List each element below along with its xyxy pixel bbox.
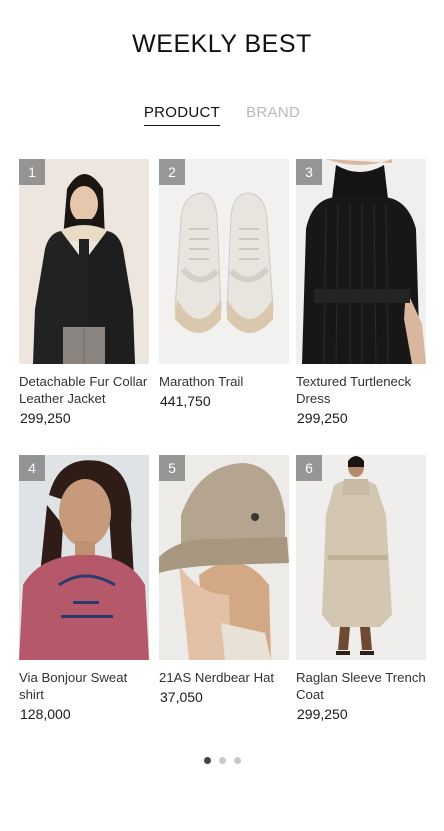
pagination-dots [0, 757, 444, 764]
bucket-hat-model-image [159, 455, 289, 660]
product-image-3[interactable]: 3 [296, 159, 426, 364]
product-card-4[interactable]: 4 Via Bonjour Sweat shirt 128,000 [19, 455, 149, 722]
product-price: 299,250 [297, 706, 348, 722]
rank-badge: 4 [19, 455, 45, 481]
product-name[interactable]: Marathon Trail [159, 373, 289, 390]
product-image-1[interactable]: 1 [19, 159, 149, 364]
tab-brand[interactable]: BRAND [246, 104, 300, 126]
dress-model-image [296, 159, 426, 364]
product-card-5[interactable]: 5 21AS Nerdbear Hat 37,050 [159, 455, 289, 705]
product-name[interactable]: Via Bonjour Sweat shirt [19, 669, 149, 703]
product-card-1[interactable]: 1 Detachable Fur Collar Leather Jacket 2… [19, 159, 149, 426]
product-name[interactable]: Detachable Fur Collar Leather Jacket [19, 373, 149, 407]
product-card-3[interactable]: 3 Textured Turtleneck Dress 299,250 [296, 159, 426, 426]
product-price: 299,250 [297, 410, 348, 426]
rank-badge: 3 [296, 159, 322, 185]
product-name[interactable]: 21AS Nerdbear Hat [159, 669, 289, 686]
product-image-6[interactable]: 6 [296, 455, 426, 660]
tab-bar: PRODUCT BRAND [0, 104, 444, 126]
product-price: 299,250 [20, 410, 71, 426]
sneakers-image [159, 159, 289, 364]
product-card-2[interactable]: 2 Marathon Trail 441,750 [159, 159, 289, 409]
product-price: 37,050 [160, 689, 203, 705]
rank-badge: 6 [296, 455, 322, 481]
product-image-4[interactable]: 4 [19, 455, 149, 660]
trench-coat-model-image [296, 455, 426, 660]
page-dot-2[interactable] [218, 757, 226, 764]
rank-badge: 2 [159, 159, 185, 185]
rank-badge: 5 [159, 455, 185, 481]
product-image-5[interactable]: 5 [159, 455, 289, 660]
page-dot-1[interactable] [203, 757, 211, 764]
page-title: WEEKLY BEST [132, 30, 312, 58]
sweatshirt-model-image [19, 455, 149, 660]
product-image-2[interactable]: 2 [159, 159, 289, 364]
product-name[interactable]: Raglan Sleeve Trench Coat [296, 669, 426, 703]
product-name[interactable]: Textured Turtleneck Dress [296, 373, 426, 407]
product-card-6[interactable]: 6 Raglan Sleeve Trench Coat 299,250 [296, 455, 426, 722]
product-price: 441,750 [160, 393, 211, 409]
page-dot-3[interactable] [233, 757, 241, 764]
jacket-model-image [19, 159, 149, 364]
tab-product[interactable]: PRODUCT [143, 104, 221, 126]
product-price: 128,000 [20, 706, 71, 722]
rank-badge: 1 [19, 159, 45, 185]
